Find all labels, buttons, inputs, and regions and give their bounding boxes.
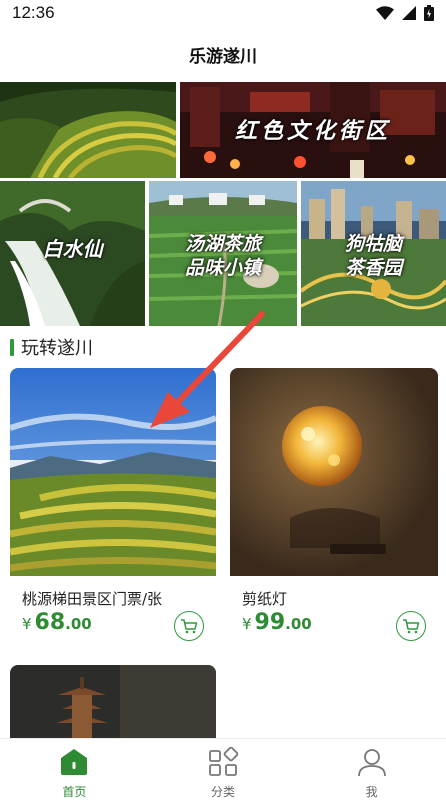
section-accent-bar [10, 338, 14, 356]
price-decimal: .00 [65, 615, 92, 633]
product-image [10, 665, 216, 738]
page-title: 乐游遂川 [189, 46, 257, 67]
nav-item-home[interactable]: 首页 [0, 739, 149, 801]
product-name: 剪纸灯 [242, 590, 288, 608]
signal-icon [402, 6, 416, 20]
home-icon [61, 749, 88, 775]
papercut-lamp-image [230, 368, 438, 576]
product-card[interactable] [10, 665, 216, 738]
product-price: ¥ 99 .00 [242, 610, 312, 635]
product-price: ¥ 68 .00 [22, 610, 92, 635]
status-time: 12:36 [12, 3, 55, 22]
nav-label: 我 [365, 785, 378, 799]
currency-symbol: ¥ [242, 615, 252, 633]
add-to-cart-button[interactable] [174, 611, 204, 641]
app-header: 乐游遂川 [0, 26, 446, 82]
section-title: 玩转遂川 [21, 338, 93, 359]
banner-tile-red-culture-street[interactable]: 红色文化街区 [180, 82, 446, 178]
profile-icon [357, 749, 386, 777]
cart-icon [181, 619, 198, 634]
banner-tile-gougunao-tea[interactable]: 狗牯脑 茶香园 [301, 181, 446, 326]
banner-label: 白水仙 [42, 237, 103, 261]
product-name: 桃源梯田景区门票/张 [22, 590, 163, 608]
nav-label: 分类 [211, 785, 236, 799]
product-card[interactable]: 桃源梯田景区门票/张 ¥ 68 .00 [10, 368, 216, 654]
nav-item-category[interactable]: 分类 [149, 739, 298, 801]
add-to-cart-button[interactable] [396, 611, 426, 641]
banner-tile-baishuixian[interactable]: 白水仙 [0, 181, 145, 326]
price-integer: 99 [254, 610, 286, 635]
banner-label: 狗牯脑 茶香园 [344, 233, 402, 279]
terraces-image [0, 82, 176, 178]
banner-tile-tanghu-tea[interactable]: 汤湖茶旅 品味小镇 [149, 181, 297, 326]
wifi-icon [376, 6, 394, 20]
price-decimal: .00 [285, 615, 312, 633]
terraces-landscape-image [10, 368, 216, 576]
banner-label: 红色文化街区 [234, 118, 391, 144]
section-heading: 玩转遂川 [10, 334, 93, 360]
product-image [230, 368, 438, 576]
price-integer: 68 [34, 610, 66, 635]
status-icons [376, 5, 434, 21]
category-icon [209, 747, 238, 776]
nav-item-profile[interactable]: 我 [297, 739, 446, 801]
status-bar: 12:36 [0, 0, 446, 26]
pagoda-image [10, 665, 216, 738]
banner-tile-terraces[interactable] [0, 82, 176, 178]
banner-label: 汤湖茶旅 品味小镇 [184, 233, 261, 279]
cart-icon [403, 619, 420, 634]
currency-symbol: ¥ [22, 615, 32, 633]
bottom-nav: 首页 分类 我 [0, 738, 446, 801]
nav-label: 首页 [62, 785, 87, 799]
product-image [10, 368, 216, 576]
product-card[interactable]: 剪纸灯 ¥ 99 .00 [230, 368, 438, 654]
battery-icon [424, 5, 434, 21]
